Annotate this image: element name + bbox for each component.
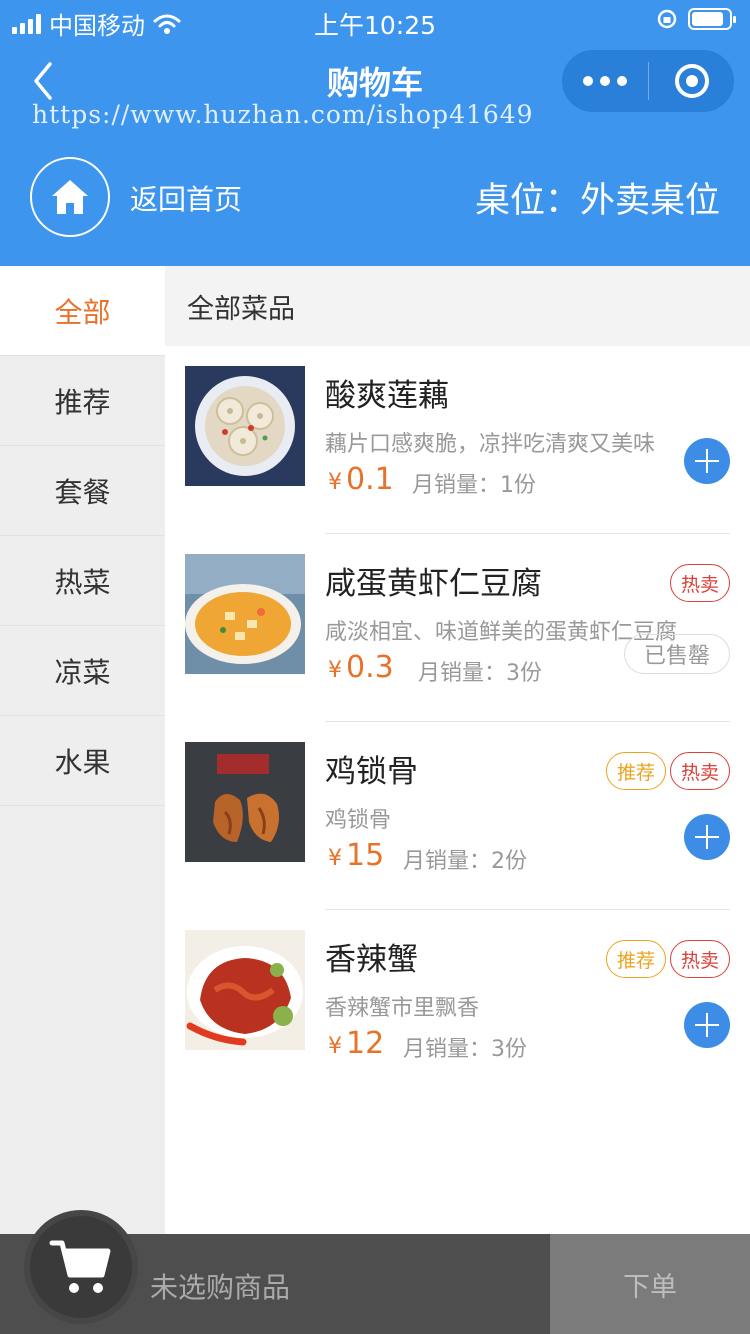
dish-price: ¥0.1 bbox=[328, 462, 394, 497]
category-sidebar: 全部 推荐 套餐 热菜 凉菜 水果 bbox=[0, 266, 165, 1234]
dish-price: ¥0.3 bbox=[328, 650, 394, 685]
add-to-cart-button[interactable] bbox=[684, 438, 730, 484]
hot-badge: 热卖 bbox=[669, 940, 730, 978]
dish-image[interactable] bbox=[185, 366, 305, 486]
close-button[interactable] bbox=[649, 50, 734, 112]
recommend-badge: 推荐 bbox=[605, 752, 666, 790]
hot-badge: 热卖 bbox=[669, 564, 730, 602]
home-button[interactable] bbox=[30, 157, 110, 237]
category-item-combo[interactable]: 套餐 bbox=[0, 446, 165, 536]
battery-icon bbox=[688, 8, 736, 30]
dish-description: 香辣蟹市里飘香 bbox=[325, 996, 480, 1021]
dish-price: ¥15 bbox=[328, 838, 385, 873]
cart-icon bbox=[49, 1240, 111, 1293]
add-to-cart-button[interactable] bbox=[684, 1002, 730, 1048]
badge-group: 推荐 热卖 bbox=[605, 940, 730, 978]
sold-out-badge: 已售罄 bbox=[624, 634, 730, 674]
dish-name: 酸爽莲藕 bbox=[325, 378, 449, 414]
list-item: 咸蛋黄虾仁豆腐 热卖 咸淡相宜、味道鲜美的蛋黄虾仁豆腐 ¥0.3 月销量：3份 … bbox=[185, 534, 730, 722]
more-button[interactable] bbox=[562, 50, 648, 112]
list-item: 香辣蟹 推荐 热卖 香辣蟹市里飘香 ¥12 月销量：3份 bbox=[185, 910, 730, 1098]
monthly-sales: 月销量：3份 bbox=[403, 1037, 527, 1062]
monthly-sales: 月销量：2份 bbox=[403, 849, 527, 874]
home-link[interactable]: 返回首页 bbox=[130, 178, 242, 218]
list-item: 酸爽莲藕 藕片口感爽脆，凉拌吃清爽又美味 ¥0.1 月销量：1份 bbox=[185, 346, 730, 534]
mini-program-capsule bbox=[562, 50, 734, 112]
dish-description: 藕片口感爽脆，凉拌吃清爽又美味 bbox=[325, 432, 656, 457]
currency-symbol: ¥ bbox=[328, 470, 342, 495]
battery-fill bbox=[692, 12, 723, 26]
header-area: 中国移动 上午10:25 购物车 https://www.huzhan.com/… bbox=[0, 0, 750, 266]
dish-image[interactable] bbox=[185, 742, 305, 862]
list-item: 鸡锁骨 推荐 热卖 鸡锁骨 ¥15 月销量：2份 bbox=[185, 722, 730, 910]
cart-button[interactable] bbox=[24, 1210, 138, 1324]
dot-icon bbox=[583, 76, 593, 86]
dish-image[interactable] bbox=[185, 554, 305, 674]
dish-name: 鸡锁骨 bbox=[325, 754, 418, 790]
rotation-lock-icon bbox=[657, 9, 677, 29]
category-item-cold-dishes[interactable]: 凉菜 bbox=[0, 626, 165, 716]
status-bar: 中国移动 上午10:25 bbox=[0, 0, 750, 42]
table-info: 桌位：外卖桌位 bbox=[474, 181, 720, 221]
category-item-all[interactable]: 全部 bbox=[0, 266, 165, 356]
monthly-sales: 月销量：3份 bbox=[418, 661, 542, 686]
hot-badge: 热卖 bbox=[669, 752, 730, 790]
recommend-badge: 推荐 bbox=[605, 940, 666, 978]
dish-price: ¥12 bbox=[328, 1026, 385, 1061]
clock: 上午10:25 bbox=[313, 11, 437, 40]
badge-group: 热卖 bbox=[669, 564, 730, 602]
category-item-recommend[interactable]: 推荐 bbox=[0, 356, 165, 446]
dish-name: 香辣蟹 bbox=[325, 942, 418, 978]
category-item-fruit[interactable]: 水果 bbox=[0, 716, 165, 806]
dish-image[interactable] bbox=[185, 930, 305, 1050]
close-icon bbox=[674, 64, 709, 98]
place-order-button[interactable]: 下单 bbox=[550, 1234, 750, 1334]
dish-name: 咸蛋黄虾仁豆腐 bbox=[325, 566, 542, 602]
dot-icon bbox=[600, 76, 610, 86]
dot-icon bbox=[617, 76, 627, 86]
dish-list: 全部菜品 酸爽莲藕 藕片口感爽脆，凉拌吃清爽又美味 ¥0.1 月销量：1份 咸蛋… bbox=[165, 266, 750, 1234]
badge-group: 推荐 热卖 bbox=[605, 752, 730, 790]
cart-empty-text: 未选购商品 bbox=[150, 1271, 291, 1304]
add-to-cart-button[interactable] bbox=[684, 814, 730, 860]
category-item-hot-dishes[interactable]: 热菜 bbox=[0, 536, 165, 626]
monthly-sales: 月销量：1份 bbox=[412, 473, 536, 498]
watermark-text: https://www.huzhan.com/ishop41649 bbox=[32, 100, 534, 129]
dish-description: 鸡锁骨 bbox=[325, 808, 392, 833]
home-icon bbox=[52, 180, 88, 214]
section-title: 全部菜品 bbox=[165, 266, 750, 346]
